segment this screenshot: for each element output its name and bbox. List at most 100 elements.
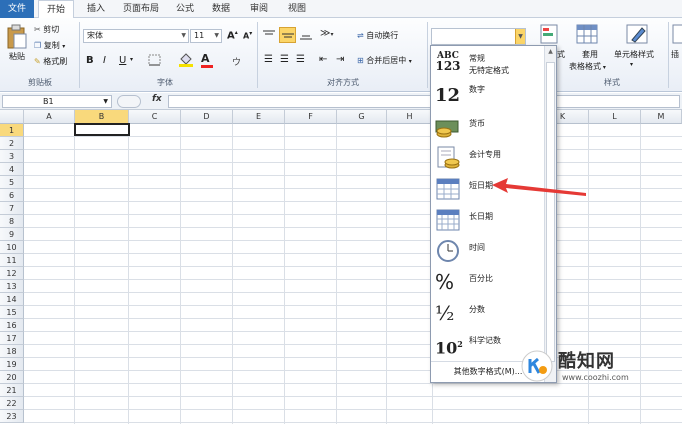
brush-icon: ✎: [34, 57, 41, 66]
font-color-label: A: [201, 52, 210, 65]
format-item-percent[interactable]: % 百分比: [431, 267, 545, 297]
format-item-fraction[interactable]: ½ 分数: [431, 298, 545, 328]
underline-button[interactable]: U: [119, 55, 126, 66]
row-header[interactable]: 5: [0, 176, 24, 189]
table-format-button[interactable]: 表格格式 ▾: [569, 61, 606, 72]
column-header-f[interactable]: F: [285, 110, 337, 124]
orientation-icon: ≫: [320, 28, 331, 39]
row-header[interactable]: 14: [0, 293, 24, 306]
align-top-button[interactable]: [262, 29, 276, 43]
decrease-indent-button[interactable]: ⇤: [319, 54, 327, 65]
format-item-general[interactable]: ABC 123 常规 无特定格式: [431, 48, 545, 80]
merge-center-button[interactable]: ⊞ 合并后居中 ▾: [357, 55, 412, 66]
row-header[interactable]: 6: [0, 189, 24, 202]
align-center-button[interactable]: ☰: [280, 54, 289, 65]
phonetic-button[interactable]: ウ: [232, 55, 241, 68]
tab-review[interactable]: 审阅: [244, 0, 274, 18]
table-format-icon[interactable]: [576, 24, 598, 46]
row-header[interactable]: 16: [0, 319, 24, 332]
row-header[interactable]: 3: [0, 150, 24, 163]
align-right-button[interactable]: ☰: [296, 54, 305, 65]
copy-button[interactable]: ❐ 复制 ▾: [34, 40, 65, 51]
font-color-button[interactable]: A: [201, 52, 213, 68]
row-header[interactable]: 7: [0, 202, 24, 215]
orientation-button[interactable]: ≫▾: [320, 28, 333, 39]
row-header[interactable]: 4: [0, 163, 24, 176]
scroll-thumb[interactable]: [546, 62, 555, 362]
tab-insert[interactable]: 插入: [80, 0, 112, 18]
row-header[interactable]: 1: [0, 124, 24, 137]
format-painter-button[interactable]: ✎ 格式刷: [34, 56, 67, 67]
format-item-long-date[interactable]: 长日期: [431, 205, 545, 235]
cut-button[interactable]: ✂ 剪切: [34, 24, 59, 35]
format-item-time[interactable]: 时间: [431, 236, 545, 266]
insert-cells-icon[interactable]: [672, 24, 682, 46]
column-header-b[interactable]: B: [75, 110, 129, 124]
row-header[interactable]: 18: [0, 345, 24, 358]
row-header[interactable]: 23: [0, 410, 24, 423]
fx-icon[interactable]: fx: [152, 94, 162, 104]
row-header[interactable]: 13: [0, 280, 24, 293]
tab-home[interactable]: 开始: [38, 0, 74, 19]
fill-color-button[interactable]: [178, 53, 194, 69]
row-header[interactable]: 17: [0, 332, 24, 345]
column-header-m[interactable]: M: [641, 110, 682, 124]
grow-font-label: A: [227, 30, 235, 42]
tab-page-layout[interactable]: 页面布局: [118, 0, 164, 18]
name-box[interactable]: B1 ▼: [2, 95, 112, 108]
row-header[interactable]: 20: [0, 371, 24, 384]
italic-button[interactable]: I: [103, 55, 106, 66]
grow-font-button[interactable]: A▴: [227, 29, 238, 41]
row-header[interactable]: 22: [0, 397, 24, 410]
row-header[interactable]: 19: [0, 358, 24, 371]
column-header-c[interactable]: C: [129, 110, 181, 124]
row-header[interactable]: 8: [0, 215, 24, 228]
border-button[interactable]: [148, 54, 162, 68]
scroll-up-icon[interactable]: ▲: [546, 48, 555, 60]
increase-indent-button[interactable]: ⇥: [336, 54, 344, 65]
column-header-l[interactable]: L: [589, 110, 641, 124]
wrap-text-button[interactable]: ⇌ 自动换行: [357, 30, 398, 41]
row-header[interactable]: 2: [0, 137, 24, 150]
formula-input[interactable]: [168, 95, 680, 108]
select-all-corner[interactable]: [0, 110, 24, 124]
number-format-combo[interactable]: ▼: [431, 28, 526, 45]
formula-bar-resize[interactable]: [117, 95, 141, 108]
format-item-accounting[interactable]: 会计专用: [431, 143, 545, 173]
row-header[interactable]: 10: [0, 241, 24, 254]
row-header[interactable]: 21: [0, 384, 24, 397]
align-middle-button[interactable]: [279, 27, 296, 43]
shrink-font-button[interactable]: A▾: [243, 30, 252, 41]
column-header-g[interactable]: G: [337, 110, 387, 124]
align-right-icon: ☰: [296, 54, 305, 65]
conditional-format-icon[interactable]: [540, 24, 558, 46]
paste-button[interactable]: 粘贴: [4, 24, 30, 62]
tab-view[interactable]: 视图: [282, 0, 312, 18]
row-header[interactable]: 12: [0, 267, 24, 280]
dropdown-scrollbar[interactable]: ▲: [544, 46, 556, 382]
cell-style-button[interactable]: 单元格样式: [614, 49, 654, 60]
align-left-button[interactable]: ☰: [264, 54, 276, 65]
row-header[interactable]: 11: [0, 254, 24, 267]
bold-button[interactable]: B: [86, 55, 94, 66]
font-name-combo[interactable]: 宋体 ▼: [83, 29, 189, 43]
chevron-down-icon[interactable]: ▾: [630, 61, 633, 68]
cell-style-icon[interactable]: [626, 24, 648, 46]
column-header-a[interactable]: A: [24, 110, 75, 124]
chevron-down-icon[interactable]: ▾: [130, 56, 133, 63]
column-header-e[interactable]: E: [233, 110, 285, 124]
row-header[interactable]: 9: [0, 228, 24, 241]
number-format-icon: 12: [435, 85, 461, 106]
tab-data[interactable]: 数据: [206, 0, 236, 18]
selected-cell-b1[interactable]: [74, 123, 130, 136]
row-header[interactable]: 15: [0, 306, 24, 319]
column-header-h[interactable]: H: [387, 110, 433, 124]
font-size-combo[interactable]: 11 ▼: [190, 29, 222, 43]
chevron-down-icon[interactable]: ▼: [515, 29, 525, 44]
column-header-d[interactable]: D: [181, 110, 233, 124]
format-item-currency[interactable]: 货币: [431, 112, 545, 142]
align-bottom-button[interactable]: [299, 29, 313, 43]
format-item-number[interactable]: 12 数字: [431, 81, 545, 111]
tab-file[interactable]: 文件: [0, 0, 34, 18]
tab-formulas[interactable]: 公式: [170, 0, 200, 18]
